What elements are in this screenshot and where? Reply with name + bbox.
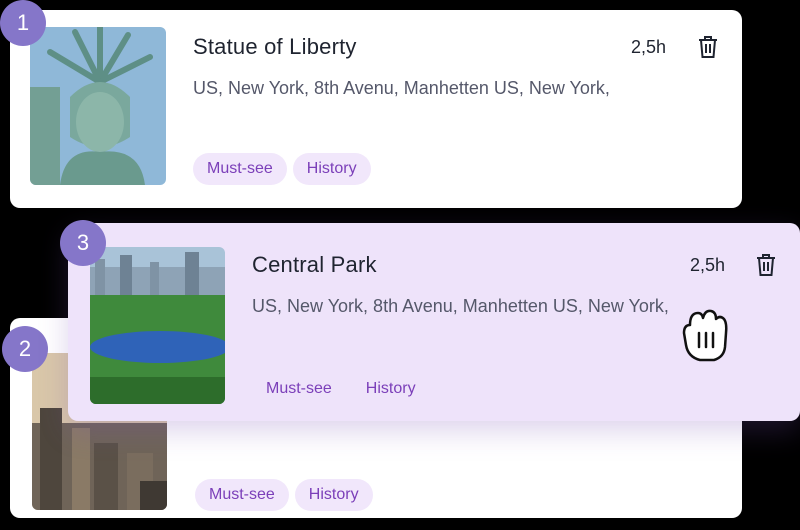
tag-history[interactable]: History (352, 373, 430, 405)
central-park-image (90, 247, 225, 404)
tag-history[interactable]: History (292, 153, 371, 185)
tag-list: Must-see History (195, 479, 373, 511)
itinerary-card-1[interactable]: Statue of Liberty US, New York, 8th Aven… (10, 10, 742, 208)
tag-must-see[interactable]: Must-see (252, 373, 346, 405)
item-title: Statue of Liberty (193, 34, 357, 59)
tag-list: Must-see History (252, 373, 430, 405)
trash-icon[interactable] (754, 252, 778, 278)
item-title: Central Park (252, 252, 377, 277)
item-address: US, New York, 8th Avenu, Manhetten US, N… (193, 78, 610, 98)
order-badge: 2 (2, 326, 48, 372)
statue-of-liberty-image (30, 27, 166, 185)
tag-must-see[interactable]: Must-see (193, 153, 287, 185)
item-duration: 2,5h (631, 37, 667, 57)
grab-hand-icon (682, 309, 728, 362)
tag-must-see[interactable]: Must-see (195, 479, 289, 511)
order-badge: 3 (60, 220, 106, 266)
trash-icon[interactable] (696, 34, 720, 60)
order-badge: 1 (0, 0, 46, 46)
tag-history[interactable]: History (294, 479, 373, 511)
item-duration: 2,5h (690, 255, 726, 275)
tag-list: Must-see History (193, 153, 371, 185)
item-address: US, New York, 8th Avenu, Manhetten US, N… (252, 296, 669, 316)
